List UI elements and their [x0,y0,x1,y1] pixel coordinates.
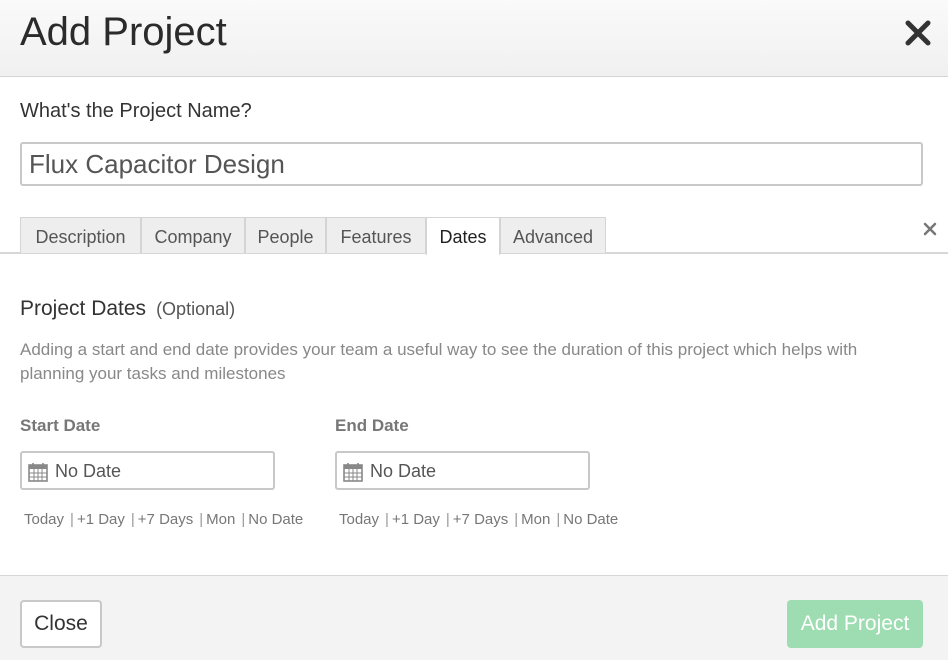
optional-label: (Optional) [156,299,236,319]
close-icon[interactable] [922,221,938,237]
end-date-value: No Date [370,461,437,481]
end-date-input[interactable]: No Date [335,451,590,490]
project-name-label: What's the Project Name? [20,100,252,122]
tab-company[interactable]: Company [141,217,245,253]
end-plus1-link[interactable]: +1 Day [392,511,440,528]
project-name-input[interactable] [20,142,923,186]
start-date-label: Start Date [20,416,101,435]
end-today-link[interactable]: Today [339,511,379,528]
start-date-input[interactable]: No Date [20,451,275,490]
section-description: Adding a start and end date provides you… [20,340,858,383]
tab-people[interactable]: People [245,217,326,253]
tab-advanced[interactable]: Advanced [500,217,606,253]
close-x-icon[interactable] [903,14,933,50]
close-button[interactable]: Close [20,600,102,648]
tab-features[interactable]: Features [326,217,426,253]
section-title-text: Project Dates [20,297,147,320]
add-project-button[interactable]: Add Project [787,600,923,648]
end-nodate-link[interactable]: No Date [563,511,618,528]
calendar-icon [343,462,363,482]
end-mon-link[interactable]: Mon [521,511,550,528]
start-plus7-link[interactable]: +7 Days [138,511,193,528]
tab-description[interactable]: Description [20,217,141,253]
end-date-label: End Date [335,416,409,435]
start-mon-link[interactable]: Mon [206,511,235,528]
section-title: Project Dates (Optional) [20,297,235,321]
start-plus1-link[interactable]: +1 Day [77,511,125,528]
calendar-icon [28,462,48,482]
start-today-link[interactable]: Today [24,511,64,528]
start-date-quick-links: Today | +1 Day | +7 Days | Mon | No Date [24,511,304,528]
start-date-value: No Date [55,461,122,481]
dialog-title: Add Project [20,10,227,54]
tab-dates[interactable]: Dates [426,217,500,255]
end-date-quick-links: Today | +1 Day | +7 Days | Mon | No Date [339,511,619,528]
end-plus7-link[interactable]: +7 Days [453,511,508,528]
dialog-header: Add Project [0,0,948,77]
start-nodate-link[interactable]: No Date [248,511,303,528]
